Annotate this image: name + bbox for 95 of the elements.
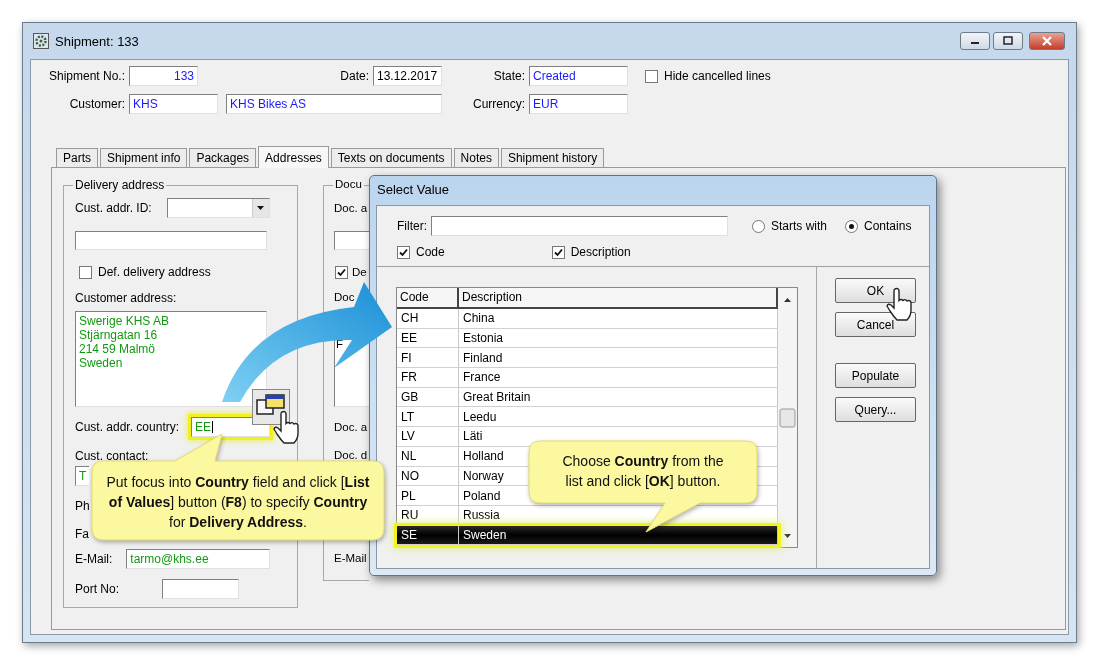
table-cell: LT <box>397 407 459 427</box>
radio-label: Contains <box>864 219 912 233</box>
field-label: Filter: <box>397 219 428 233</box>
contact-field[interactable]: T <box>75 466 89 486</box>
field-label: State: <box>492 69 526 83</box>
table-row[interactable]: FI Finland <box>397 348 778 369</box>
state-field[interactable]: Created <box>529 66 628 86</box>
field-label: Fa <box>75 527 89 541</box>
minimize-button[interactable] <box>960 32 990 50</box>
group-title: Delivery address <box>73 178 167 192</box>
country-field[interactable]: EE <box>191 417 271 437</box>
field-label: Doc <box>334 291 355 305</box>
date-field[interactable]: 13.12.2017 <box>373 66 442 86</box>
dialog-title: Select Value <box>376 181 451 199</box>
list-of-values-icon[interactable] <box>252 389 290 425</box>
field-label: E-Mail <box>334 552 367 564</box>
table-row[interactable]: GB Great Britain <box>397 387 778 408</box>
field-label: Cust. addr. country: <box>75 420 180 434</box>
field-label: Customer: <box>68 97 126 111</box>
address-line: Stjärngatan 16 <box>79 328 159 342</box>
table-cell: LV <box>397 427 459 446</box>
checkbox-label: Hide cancelled lines <box>664 69 771 83</box>
tab[interactable]: Texts on documents <box>330 148 452 167</box>
maximize-button[interactable] <box>993 32 1023 50</box>
field-label: Doc. a <box>334 421 368 433</box>
checkbox-label: Description <box>570 245 631 259</box>
table-row[interactable]: SE Sweden <box>397 525 778 546</box>
email-field[interactable]: tarmo@khs.ee <box>126 549 271 569</box>
table-cell: EE <box>397 328 459 348</box>
tab[interactable]: Parts <box>56 148 98 167</box>
table-cell: NO <box>397 466 459 486</box>
table-row[interactable]: LT Leedu <box>397 407 778 428</box>
radio-button[interactable] <box>845 219 858 233</box>
tab[interactable]: Shipment history <box>500 148 605 167</box>
field-label: Customer address: <box>75 291 177 305</box>
table-row[interactable]: EE Estonia <box>397 328 778 349</box>
table-cell: SE <box>397 525 459 545</box>
checkbox[interactable] <box>79 265 92 279</box>
table-cell: GB <box>397 387 459 407</box>
address-field[interactable]: Swerige KHS AB Stjärngatan 16 214 59 Malmö Sweden <box>75 311 267 407</box>
tab[interactable]: Shipment info <box>100 148 188 167</box>
checkbox-label: Code <box>416 245 445 259</box>
field-label: Cust. addr. ID: <box>75 201 152 215</box>
field-label: Date: <box>339 69 370 83</box>
address-line: Sweden <box>79 356 124 370</box>
checkbox[interactable] <box>397 245 410 259</box>
customer-code-field[interactable]: KHS <box>129 94 218 114</box>
currency-field[interactable]: EUR <box>529 94 628 114</box>
field-label: Shipment No.: <box>47 69 126 83</box>
dialog-button[interactable]: Populate <box>835 363 916 388</box>
table-row[interactable]: CH China <box>397 309 778 329</box>
radio-button[interactable] <box>752 219 765 233</box>
field-label: Doc. a <box>334 202 368 214</box>
table-row[interactable]: FR France <box>397 368 778 388</box>
table-cell: PL <box>397 486 459 505</box>
table-cell: FI <box>397 348 459 368</box>
checkbox-label: Def. delivery address <box>98 265 211 279</box>
dropdown-field[interactable] <box>166 198 270 218</box>
checkbox-label: De <box>352 266 367 278</box>
tab[interactable]: Addresses <box>258 146 329 168</box>
filter-field[interactable] <box>431 216 728 236</box>
gear-icon <box>33 33 49 49</box>
table-cell: FR <box>397 368 459 387</box>
dialog-button[interactable]: Query... <box>835 397 916 422</box>
table-cell: NL <box>397 446 459 466</box>
column-header[interactable]: Code <box>397 288 459 307</box>
scrollbar[interactable] <box>778 288 797 547</box>
maximize-icon <box>1003 36 1013 46</box>
port-field[interactable] <box>162 579 239 599</box>
field-label: Port No: <box>75 582 119 596</box>
customer-name-field[interactable]: KHS Bikes AS <box>226 94 442 114</box>
checkbox[interactable] <box>335 265 348 279</box>
tab[interactable]: Packages <box>189 148 257 167</box>
table-cell: CH <box>397 309 459 328</box>
checkbox[interactable] <box>645 69 658 83</box>
field-label: Cust. contact: <box>75 449 149 463</box>
dialog-button[interactable]: Cancel <box>835 312 916 337</box>
group-title: Docu <box>333 178 364 190</box>
callout-tooltip: Choose Country from the list and click [OK] button. <box>528 440 758 533</box>
caret-icon <box>257 206 265 210</box>
window-title: Shipment: 133 <box>55 33 140 49</box>
dialog-button[interactable]: OK <box>835 278 916 303</box>
checkbox[interactable] <box>551 245 565 259</box>
shipment-number-field[interactable]: 133 <box>129 66 198 86</box>
field-label: E-Mail: <box>75 552 113 566</box>
text-field[interactable] <box>75 231 267 250</box>
tab[interactable]: Notes <box>453 148 499 167</box>
address-line: Swerige KHS AB <box>79 314 171 328</box>
field-label: Doc. d <box>334 449 368 463</box>
radio-label: Starts with <box>771 219 827 233</box>
field-label: Currency: <box>472 97 526 111</box>
close-button[interactable] <box>1029 32 1065 50</box>
close-icon <box>1042 36 1052 46</box>
address-line: 214 59 Malmö <box>79 342 157 356</box>
field-label: Ph <box>75 499 90 513</box>
